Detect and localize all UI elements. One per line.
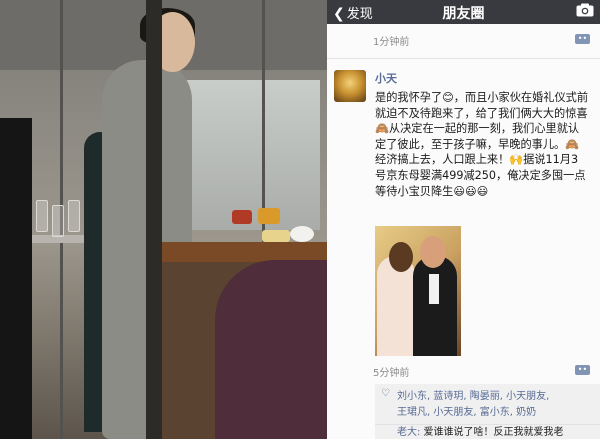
- photo-window: [180, 80, 320, 230]
- photo-groom: [413, 256, 457, 356]
- photo-dish: [262, 230, 290, 242]
- photo-panel: [0, 0, 327, 439]
- comment-text: 爱谁谁说了啥！反正我就爱我老: [420, 427, 564, 438]
- photo-plate: [290, 226, 314, 242]
- photo-bride-head: [389, 242, 413, 272]
- comment[interactable]: 老大: 爱谁谁说了啥！反正我就爱我老: [375, 424, 600, 439]
- post-photo[interactable]: [375, 226, 461, 356]
- photo-pole: [146, 0, 162, 439]
- likes-names[interactable]: 王珺凡, 小天朋友, 富小东, 奶奶: [397, 403, 536, 418]
- photo-glass: [52, 205, 64, 237]
- photo-counter: [150, 242, 327, 262]
- more-options-button[interactable]: ••: [575, 34, 590, 44]
- post-text: 是的我怀孕了😊，而且小家伙在婚礼仪式前就迫不及待跑来了，给了我们俩大大的惊喜🙈从…: [375, 91, 589, 198]
- photo-groom-head: [420, 236, 446, 268]
- photo-dish: [258, 208, 280, 224]
- photo-glass: [68, 200, 80, 232]
- avatar[interactable]: [334, 70, 366, 102]
- nav-bar: ❮ 发现 朋友圈: [327, 0, 600, 24]
- divider: [327, 58, 600, 59]
- post-more-button[interactable]: ••: [575, 365, 590, 375]
- photo-groom-shirt: [429, 274, 439, 304]
- likes-names[interactable]: 刘小东, 蓝诗玥, 陶晏丽, 小天朋友,: [397, 387, 549, 402]
- post-timestamp: 5分钟前: [373, 368, 410, 379]
- heart-icon: ♡: [381, 388, 390, 399]
- photo-dish: [232, 210, 252, 224]
- likes-panel: ♡ 刘小东, 蓝诗玥, 陶晏丽, 小天朋友, 王珺凡, 小天朋友, 富小东, 奶…: [375, 384, 600, 424]
- comment-author[interactable]: 老大:: [397, 427, 420, 438]
- photo-chair: [215, 260, 327, 439]
- photo-man-left: [0, 118, 32, 439]
- page-title: 朋友圈: [442, 6, 485, 22]
- camera-icon[interactable]: [576, 3, 594, 17]
- author-name[interactable]: 小天: [375, 70, 397, 86]
- wechat-moments-screen: ❮ 发现 朋友圈 1分钟前 •• 小天 是的我怀孕了😊，而且小家伙在婚礼仪式前就迫…: [327, 0, 600, 439]
- timestamp: 1分钟前: [373, 37, 410, 48]
- photo-glass: [36, 200, 48, 232]
